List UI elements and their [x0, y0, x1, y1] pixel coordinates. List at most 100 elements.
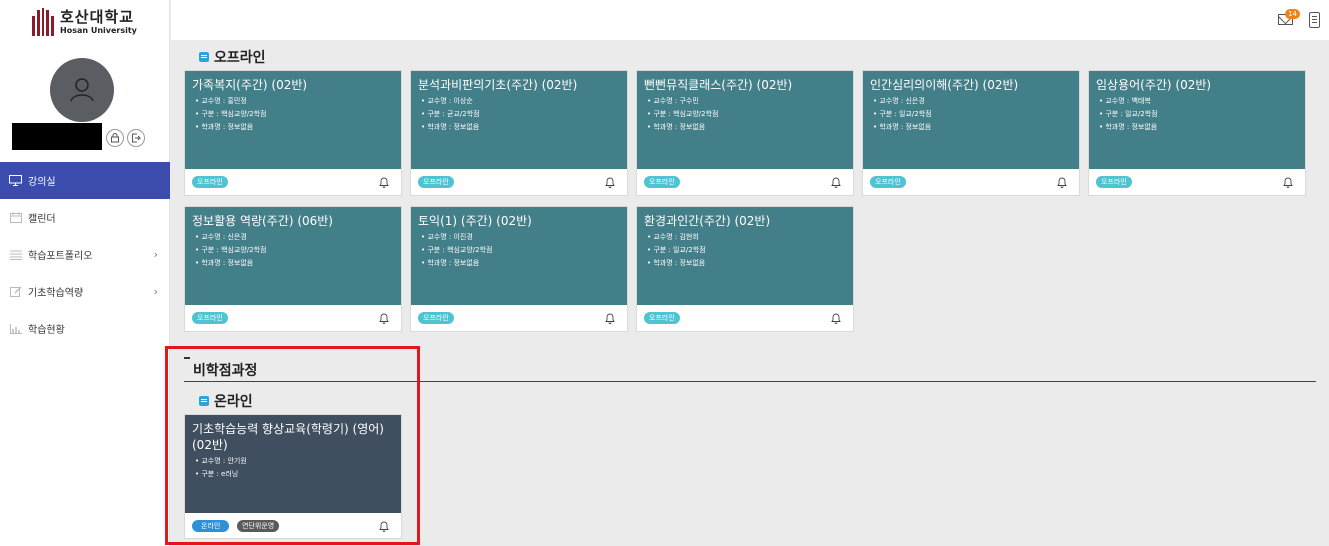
chevron-right-icon: › [153, 248, 158, 261]
offline-tag: 오프라인 [418, 176, 454, 188]
logo-mark-icon [32, 8, 54, 36]
sidebar-item-label: 캘린더 [28, 214, 56, 225]
category: • 구분 : 일교/2학점 [1099, 110, 1158, 118]
offline-tag: 오프라인 [192, 312, 228, 324]
user-name-redacted [12, 123, 102, 150]
mail-count-badge: 14 [1285, 9, 1300, 19]
bell-icon[interactable] [1057, 176, 1067, 188]
profile-button[interactable] [106, 129, 124, 147]
course-title: 가족복지(주간) (02반) [192, 78, 308, 92]
professor: • 교수명 : 홍민정 [195, 97, 247, 105]
category: • 구분 : 핵심교양/2학점 [195, 246, 267, 254]
professor: • 교수명 : 김현희 [647, 233, 699, 241]
course-info: • 교수명 : 백태복 • 구분 : 일교/2학점 • 학과명 : 정보없음 [1096, 95, 1298, 134]
professor: • 교수명 : 이상순 [421, 97, 473, 105]
offline-section-header: 오프라인 [199, 47, 266, 67]
monitor-icon [9, 175, 22, 186]
category: • 구분 : 균교/2학점 [421, 110, 480, 118]
edit-icon [9, 286, 22, 297]
logout-icon [132, 133, 141, 143]
course-title: 토익(1) (주간) (02반) [418, 214, 532, 228]
sidebar: 호산대학교 Hosan University 강의실 캘린더 학습포트폴리오 ›… [0, 0, 170, 546]
logout-button[interactable] [127, 129, 145, 147]
sidebar-item-label: 강의실 [28, 177, 56, 188]
course-info: • 교수명 : 구수민 • 구분 : 핵심교양/2학점 • 학과명 : 정보없음 [644, 95, 846, 134]
offline-tag: 오프라인 [870, 176, 906, 188]
offline-tag: 오프라인 [418, 312, 454, 324]
course-info: • 교수명 : 신은경 • 구분 : 일교/2학점 • 학과명 : 정보없음 [870, 95, 1072, 134]
offline-tag: 오프라인 [1096, 176, 1132, 188]
logo-name-ko: 호산대학교 [60, 7, 135, 26]
department: • 학과명 : 정보없음 [873, 123, 932, 131]
sidebar-item-label: 학습포트폴리오 [28, 251, 93, 262]
department: • 학과명 : 정보없음 [647, 259, 706, 267]
document-icon[interactable] [1309, 12, 1320, 28]
lock-icon [111, 133, 119, 143]
course-card[interactable]: 정보활용 역량(주간) (06반) • 교수명 : 신은경 • 구분 : 핵심교… [184, 206, 402, 332]
course-card[interactable]: 인간심리의이해(주간) (02반) • 교수명 : 신은경 • 구분 : 일교/… [862, 70, 1080, 196]
bell-icon[interactable] [379, 312, 389, 324]
sidebar-item-classroom[interactable]: 강의실 [0, 162, 170, 199]
course-card[interactable]: 임상용어(주간) (02반) • 교수명 : 백태복 • 구분 : 일교/2학점… [1088, 70, 1306, 196]
course-info: • 교수명 : 김현희 • 구분 : 일교/2학점 • 학과명 : 정보없음 [644, 231, 846, 270]
department: • 학과명 : 정보없음 [195, 123, 254, 131]
category: • 구분 : 일교/2학점 [647, 246, 706, 254]
list-square-icon [199, 52, 209, 62]
department: • 학과명 : 정보없음 [421, 123, 480, 131]
section-title: 오프라인 [214, 50, 266, 66]
topbar: 14 [171, 0, 1329, 40]
category: • 구분 : 핵심교양/2학점 [195, 110, 267, 118]
sidebar-item-portfolio[interactable]: 학습포트폴리오 › [0, 236, 170, 273]
list-icon [9, 249, 22, 260]
offline-tag: 오프라인 [644, 176, 680, 188]
bell-icon[interactable] [605, 176, 615, 188]
professor: • 교수명 : 신은경 [195, 233, 247, 241]
sidebar-item-label: 학습현황 [28, 325, 65, 336]
course-title: 정보활용 역량(주간) (06반) [192, 214, 333, 228]
department: • 학과명 : 정보없음 [647, 123, 706, 131]
sidebar-item-basic-learning[interactable]: 기초학습역량 › [0, 273, 170, 310]
offline-tag: 오프라인 [192, 176, 228, 188]
course-card[interactable]: 환경과인간(주간) (02반) • 교수명 : 김현희 • 구분 : 일교/2학… [636, 206, 854, 332]
chevron-right-icon: › [153, 285, 158, 298]
calendar-icon [9, 212, 22, 223]
bell-icon[interactable] [831, 312, 841, 324]
avatar [50, 58, 114, 122]
sidebar-item-learning-status[interactable]: 학습현황 [0, 310, 170, 347]
course-card[interactable]: 분석과비판의기초(주간) (02반) • 교수명 : 이상순 • 구분 : 균교… [410, 70, 628, 196]
course-card[interactable]: 토익(1) (주간) (02반) • 교수명 : 이진경 • 구분 : 핵심교양… [410, 206, 628, 332]
department: • 학과명 : 정보없음 [421, 259, 480, 267]
course-card[interactable]: 뻔뻔뮤직클래스(주간) (02반) • 교수명 : 구수민 • 구분 : 핵심교… [636, 70, 854, 196]
user-icon [70, 78, 94, 102]
course-title: 환경과인간(주간) (02반) [644, 214, 771, 228]
bell-icon[interactable] [379, 176, 389, 188]
category: • 구분 : 핵심교양/2학점 [421, 246, 493, 254]
bar-chart-icon [9, 323, 22, 334]
department: • 학과명 : 정보없음 [195, 259, 254, 267]
course-title: 인간심리의이해(주간) (02반) [870, 78, 1019, 92]
course-card[interactable]: 가족복지(주간) (02반) • 교수명 : 홍민정 • 구분 : 핵심교양/2… [184, 70, 402, 196]
professor: • 교수명 : 신은경 [873, 97, 925, 105]
course-title: 분석과비판의기초(주간) (02반) [418, 78, 578, 92]
logo-name-en: Hosan University [60, 25, 137, 35]
professor: • 교수명 : 이진경 [421, 233, 473, 241]
course-title: 임상용어(주간) (02반) [1096, 78, 1212, 92]
course-title: 뻔뻔뮤직클래스(주간) (02반) [644, 78, 793, 92]
department: • 학과명 : 정보없음 [1099, 123, 1158, 131]
professor: • 교수명 : 구수민 [647, 97, 699, 105]
highlight-box [165, 346, 420, 545]
course-info: • 교수명 : 홍민정 • 구분 : 핵심교양/2학점 • 학과명 : 정보없음 [192, 95, 394, 134]
category: • 구분 : 핵심교양/2학점 [647, 110, 719, 118]
course-info: • 교수명 : 이상순 • 구분 : 균교/2학점 • 학과명 : 정보없음 [418, 95, 620, 134]
bell-icon[interactable] [831, 176, 841, 188]
bell-icon[interactable] [1283, 176, 1293, 188]
offline-tag: 오프라인 [644, 312, 680, 324]
sidebar-item-label: 기초학습역량 [28, 288, 84, 299]
bell-icon[interactable] [605, 312, 615, 324]
university-logo[interactable]: 호산대학교 Hosan University [32, 8, 137, 36]
course-info: • 교수명 : 이진경 • 구분 : 핵심교양/2학점 • 학과명 : 정보없음 [418, 231, 620, 270]
course-info: • 교수명 : 신은경 • 구분 : 핵심교양/2학점 • 학과명 : 정보없음 [192, 231, 394, 270]
category: • 구분 : 일교/2학점 [873, 110, 932, 118]
sidebar-item-calendar[interactable]: 캘린더 [0, 199, 170, 236]
professor: • 교수명 : 백태복 [1099, 97, 1151, 105]
